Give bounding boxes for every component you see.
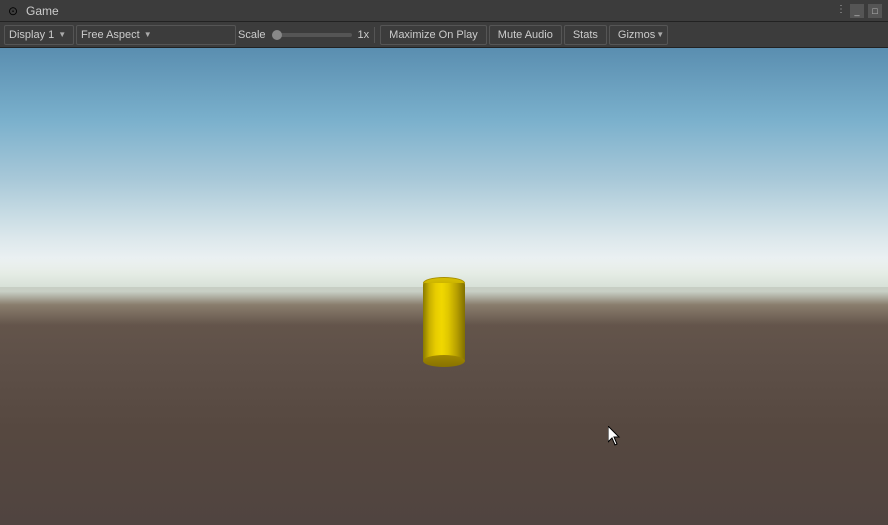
scale-slider[interactable] [272, 33, 352, 37]
gizmos-arrow-icon: ▼ [656, 30, 664, 39]
separator-1 [374, 27, 375, 43]
scale-container: Scale 1x [238, 29, 369, 41]
game-icon: ⊙ [6, 4, 20, 18]
cylinder-bottom-cap [423, 355, 465, 367]
window-title: Game [26, 4, 830, 18]
title-bar: ⊙ Game ⋮ _ □ [0, 0, 888, 22]
aspect-dropdown-arrow: ▼ [144, 30, 152, 39]
mute-audio-button[interactable]: Mute Audio [489, 25, 562, 45]
display-label: Display 1 [9, 29, 54, 41]
window-controls: ⋮ _ □ [836, 4, 882, 18]
toolbar: Display 1 ▼ Free Aspect ▼ Scale 1x Maxim… [0, 22, 888, 48]
display-dropdown[interactable]: Display 1 ▼ [4, 25, 74, 45]
cylinder-body [423, 283, 465, 361]
menu-dots-icon[interactable]: ⋮ [836, 4, 846, 18]
cylinder-object [423, 277, 465, 367]
viewport[interactable] [0, 48, 888, 525]
aspect-label: Free Aspect [81, 29, 140, 41]
stats-button[interactable]: Stats [564, 25, 607, 45]
scale-slider-thumb [272, 30, 282, 40]
cylinder-mesh [423, 277, 465, 367]
maximize-on-play-button[interactable]: Maximize On Play [380, 25, 487, 45]
aspect-dropdown[interactable]: Free Aspect ▼ [76, 25, 236, 45]
gizmos-button[interactable]: Gizmos ▼ [609, 25, 668, 45]
scale-value: 1x [358, 29, 370, 41]
scale-label: Scale [238, 29, 266, 41]
maximize-button[interactable]: □ [868, 4, 882, 18]
minimize-button[interactable]: _ [850, 4, 864, 18]
sky-background [0, 48, 888, 287]
display-dropdown-arrow: ▼ [58, 30, 66, 39]
